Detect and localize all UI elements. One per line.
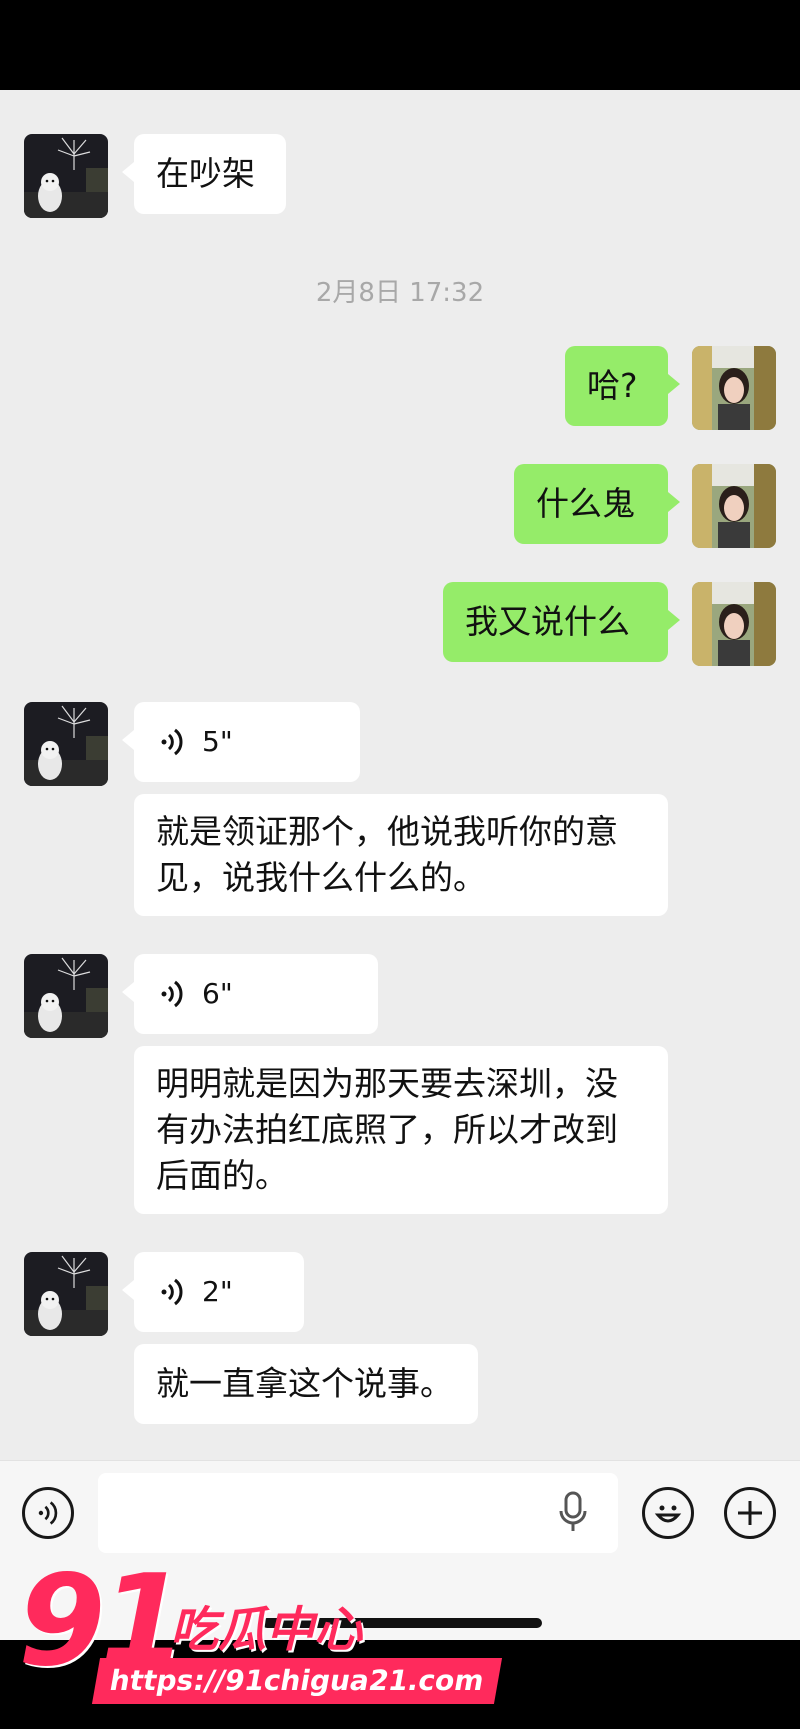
watermark-url: https://91chigua21.com [91, 1658, 502, 1704]
voice-message[interactable]: 6" [122, 954, 378, 1034]
voice-duration: 5" [202, 725, 233, 758]
message-text: 在吵架 [156, 154, 255, 193]
mic-icon[interactable] [556, 1491, 590, 1535]
message-bubble-outgoing[interactable]: 我又说什么 [443, 582, 680, 662]
voice-message[interactable]: 2" [122, 1252, 304, 1332]
watermark-name: 吃瓜中心 [170, 1602, 363, 1658]
voice-wave-icon [161, 1278, 183, 1306]
user-avatar[interactable] [692, 346, 776, 430]
voice-transcript[interactable]: 就是领证那个，他说我听你的意见，说我什么什么的。 [134, 794, 668, 916]
voice-message[interactable]: 5" [122, 702, 360, 782]
chat-timestamp: 2月8日 17:32 [315, 278, 485, 308]
message-text: 我又说什么 [465, 602, 630, 641]
contact-avatar[interactable] [24, 954, 108, 1038]
user-avatar[interactable] [692, 582, 776, 666]
contact-avatar[interactable] [24, 702, 108, 786]
contact-avatar[interactable] [24, 1252, 108, 1336]
voice-wave-icon [161, 980, 183, 1008]
message-text: 什么鬼 [536, 484, 635, 523]
message-bubble-incoming[interactable]: 在吵架 [122, 134, 286, 214]
message-input[interactable] [98, 1473, 618, 1553]
message-text: 明明就是因为那天要去深圳，没有办法拍红底照了，所以才改到后面的。 [156, 1064, 618, 1195]
voice-transcript[interactable]: 明明就是因为那天要去深圳，没有办法拍红底照了，所以才改到后面的。 [134, 1046, 668, 1214]
user-avatar[interactable] [692, 464, 776, 548]
voice-transcript[interactable]: 就一直拿这个说事。 [134, 1344, 478, 1424]
voice-duration: 6" [202, 977, 233, 1010]
message-bubble-outgoing[interactable]: 哈? [565, 346, 680, 426]
voice-icon[interactable] [22, 1487, 74, 1539]
message-text: 就一直拿这个说事。 [156, 1364, 453, 1403]
status-bar [0, 0, 800, 90]
message-text: 哈? [587, 366, 638, 405]
voice-wave-icon [161, 728, 183, 756]
contact-avatar[interactable] [24, 134, 108, 218]
message-text: 就是领证那个，他说我听你的意见，说我什么什么的。 [156, 812, 618, 897]
emoji-icon[interactable] [642, 1487, 694, 1539]
message-bubble-outgoing[interactable]: 什么鬼 [514, 464, 680, 544]
plus-icon[interactable] [724, 1487, 776, 1539]
voice-duration: 2" [202, 1275, 233, 1308]
